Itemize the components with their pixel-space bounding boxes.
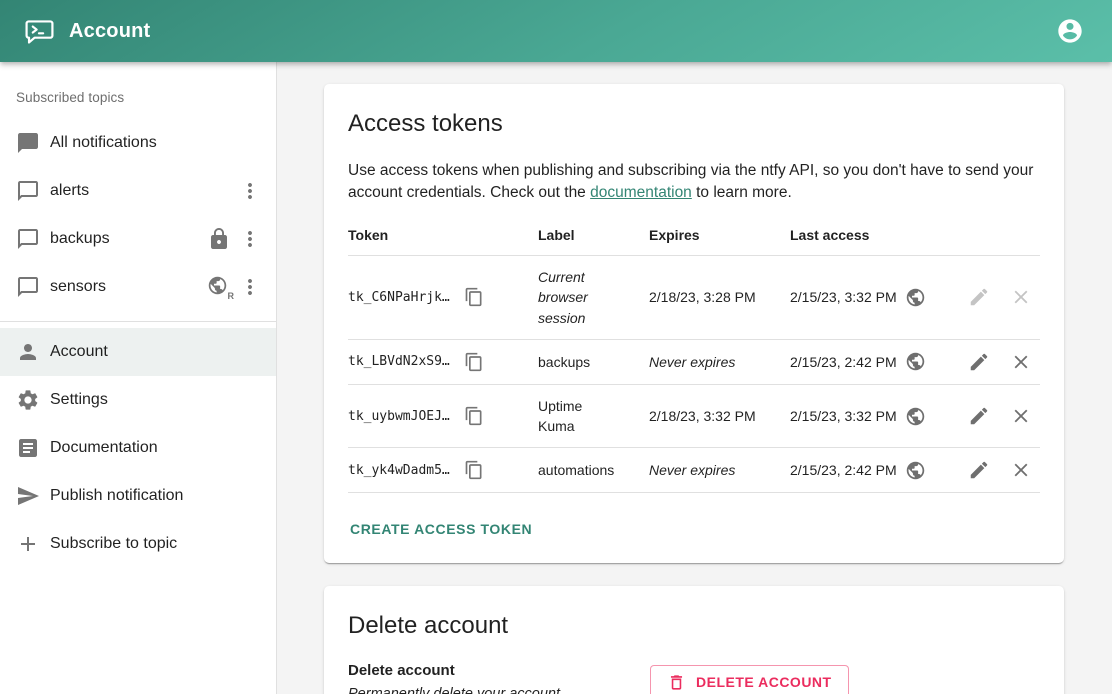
sidebar: Subscribed topics All notifications aler… [0, 62, 277, 694]
sidebar-item-label: sensors [50, 278, 207, 296]
reserved-globe-icon: R [207, 275, 231, 299]
sidebar-item-sensors[interactable]: sensors R [0, 263, 276, 311]
sidebar-item-label: Settings [50, 391, 262, 409]
edit-token-pencil-icon [968, 286, 990, 308]
token-value: tk_yk4wDadm5… [348, 463, 450, 478]
edit-token-pencil-icon[interactable] [968, 459, 990, 481]
edit-token-pencil-icon[interactable] [968, 405, 990, 427]
trash-icon [667, 673, 686, 692]
token-last-access: 2/15/23, 2:42 PM [790, 462, 897, 478]
delete-account-row: Delete account Permanently delete your a… [348, 662, 1040, 694]
chat-bubble-outline-icon [16, 275, 40, 299]
sidebar-item-backups[interactable]: backups [0, 215, 276, 263]
article-icon [16, 436, 40, 460]
sidebar-item-label: Documentation [50, 439, 262, 457]
column-header-actions [962, 215, 1040, 256]
token-label: Uptime Kuma [538, 396, 622, 437]
token-expires: 2/18/23, 3:28 PM [649, 289, 756, 305]
chat-bubble-outline-icon [16, 227, 40, 251]
sidebar-item-documentation[interactable]: Documentation [0, 424, 276, 472]
access-tokens-card: Access tokens Use access tokens when pub… [324, 84, 1064, 563]
delete-account-button-label: DELETE ACCOUNT [696, 674, 832, 690]
token-value: tk_C6NPaHrjk… [348, 290, 450, 305]
delete-token-close-icon [1010, 286, 1032, 308]
delete-account-button[interactable]: DELETE ACCOUNT [650, 665, 849, 694]
token-label: automations [538, 460, 614, 480]
token-last-access: 2/15/23, 3:32 PM [790, 408, 897, 424]
column-header-token: Token [348, 215, 538, 256]
page-title: Account [69, 20, 150, 43]
token-expires: 2/18/23, 3:32 PM [649, 408, 756, 424]
plus-icon [16, 532, 40, 556]
globe-icon [905, 351, 926, 372]
table-row: tk_yk4wDadm5… automations Never expires … [348, 448, 1040, 493]
chat-bubble-filled-icon [16, 131, 40, 155]
sidebar-item-publish-notification[interactable]: Publish notification [0, 472, 276, 520]
delete-token-close-icon[interactable] [1010, 459, 1032, 481]
chat-bubble-outline-icon [16, 179, 40, 203]
globe-icon [905, 406, 926, 427]
token-expires: Never expires [649, 462, 735, 478]
globe-icon [905, 287, 926, 308]
account-avatar-button[interactable] [1052, 13, 1088, 49]
sidebar-item-label: backups [50, 230, 207, 248]
sidebar-item-account[interactable]: Account [0, 328, 276, 376]
table-row: tk_C6NPaHrjk… Current browser session 2/… [348, 255, 1040, 339]
column-header-label: Label [538, 215, 649, 256]
access-tokens-title: Access tokens [348, 110, 1040, 138]
delete-token-close-icon[interactable] [1010, 351, 1032, 373]
main-content: Access tokens Use access tokens when pub… [277, 62, 1112, 694]
account-circle-icon [1056, 17, 1084, 45]
copy-icon[interactable] [464, 460, 484, 480]
globe-icon [905, 460, 926, 481]
sidebar-item-all-notifications[interactable]: All notifications [0, 119, 276, 167]
column-header-last-access: Last access [790, 215, 962, 256]
sidebar-item-label: alerts [50, 182, 238, 200]
topic-menu-kebab-icon[interactable] [238, 227, 262, 251]
sidebar-item-label: Account [50, 343, 262, 361]
sidebar-item-label: All notifications [50, 134, 262, 152]
delete-account-card: Delete account Delete account Permanentl… [324, 586, 1064, 694]
sidebar-item-label: Publish notification [50, 487, 262, 505]
access-tokens-table: Token Label Expires Last access tk_C6NPa… [348, 215, 1040, 493]
table-row: tk_LBVdN2xS9… backups Never expires 2/15… [348, 339, 1040, 384]
create-access-token-button[interactable]: CREATE ACCESS TOKEN [348, 513, 534, 545]
sidebar-divider [0, 321, 276, 322]
sidebar-item-settings[interactable]: Settings [0, 376, 276, 424]
table-row: tk_uybwmJOEJ… Uptime Kuma 2/18/23, 3:32 … [348, 384, 1040, 448]
token-last-access: 2/15/23, 3:32 PM [790, 289, 897, 305]
copy-icon[interactable] [464, 287, 484, 307]
delete-account-title: Delete account [348, 612, 1040, 640]
lock-icon [207, 227, 231, 251]
sidebar-item-alerts[interactable]: alerts [0, 167, 276, 215]
delete-token-close-icon[interactable] [1010, 405, 1032, 427]
sidebar-item-subscribe-to-topic[interactable]: Subscribe to topic [0, 520, 276, 568]
topic-menu-kebab-icon[interactable] [238, 179, 262, 203]
topic-menu-kebab-icon[interactable] [238, 275, 262, 299]
send-icon [16, 484, 40, 508]
reserved-badge: R [228, 291, 235, 301]
token-last-access: 2/15/23, 2:42 PM [790, 354, 897, 370]
token-label: Current browser session [538, 267, 622, 328]
delete-account-info: Delete account Permanently delete your a… [348, 662, 650, 694]
app-header: Account [0, 0, 1112, 62]
edit-token-pencil-icon[interactable] [968, 351, 990, 373]
column-header-expires: Expires [649, 215, 790, 256]
token-value: tk_LBVdN2xS9… [348, 354, 450, 369]
copy-icon[interactable] [464, 352, 484, 372]
delete-account-item-description: Permanently delete your account [348, 686, 650, 694]
person-icon [16, 340, 40, 364]
access-tokens-description: Use access tokens when publishing and su… [348, 160, 1036, 205]
copy-icon[interactable] [464, 406, 484, 426]
token-expires: Never expires [649, 354, 735, 370]
sidebar-item-label: Subscribe to topic [50, 535, 262, 553]
delete-account-item-title: Delete account [348, 662, 650, 679]
gear-icon [16, 388, 40, 412]
token-label: backups [538, 352, 590, 372]
token-value: tk_uybwmJOEJ… [348, 409, 450, 424]
documentation-link[interactable]: documentation [590, 184, 692, 201]
table-header-row: Token Label Expires Last access [348, 215, 1040, 256]
subscribed-topics-label: Subscribed topics [0, 64, 276, 119]
ntfy-logo-icon [24, 16, 55, 47]
